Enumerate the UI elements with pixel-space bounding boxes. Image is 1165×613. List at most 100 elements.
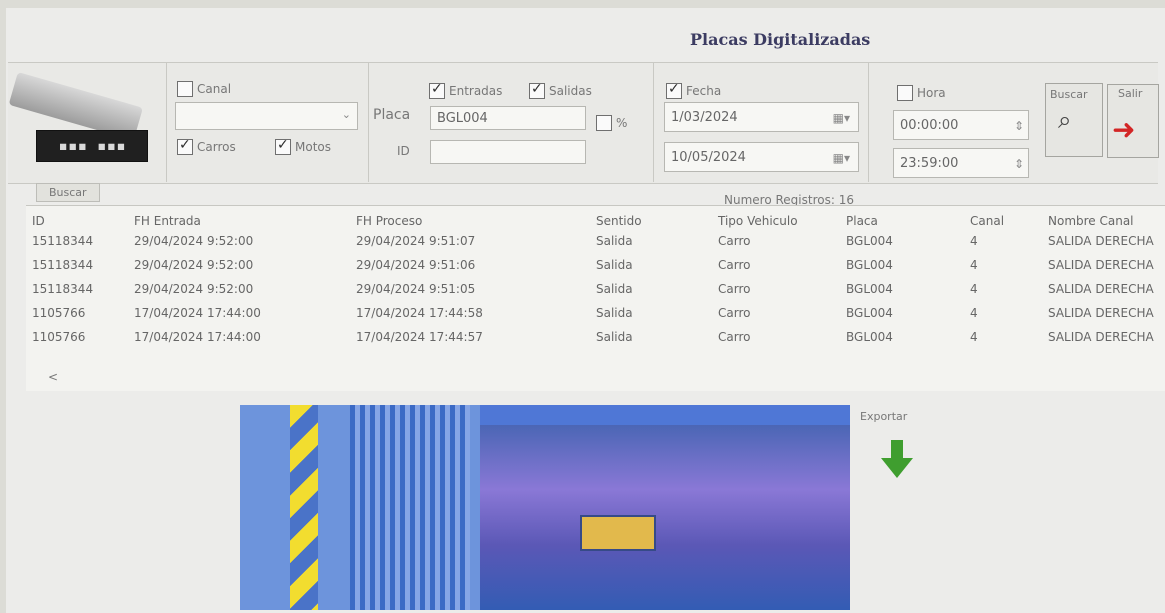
- results-table: ID FH Entrada FH Proceso Sentido Tipo Ve…: [26, 205, 1165, 391]
- cell-placa: BGL004: [846, 282, 893, 296]
- fecha-checkbox[interactable]: [666, 81, 682, 99]
- cell-placa: BGL004: [846, 234, 893, 248]
- fecha-checkbox-row[interactable]: Fecha: [666, 80, 721, 99]
- percent-checkbox-row[interactable]: %: [596, 112, 627, 131]
- cell-sentido: Salida: [596, 234, 633, 248]
- column-header-nombre-canal[interactable]: Nombre Canal: [1048, 214, 1134, 228]
- salidas-checkbox[interactable]: [529, 81, 545, 99]
- table-row[interactable]: 15118344 29/04/2024 9:52:00 29/04/2024 9…: [26, 258, 1165, 282]
- spinner-icon[interactable]: ⇕: [1014, 111, 1024, 141]
- scroll-left-icon[interactable]: <: [48, 370, 58, 384]
- salidas-checkbox-row[interactable]: Salidas: [529, 80, 592, 99]
- down-arrow-svg: [881, 440, 913, 478]
- cell-placa: BGL004: [846, 330, 893, 344]
- hora-desde-value: 00:00:00: [900, 118, 959, 133]
- column-header-canal[interactable]: Canal: [970, 214, 1004, 228]
- column-header-tipo-vehiculo[interactable]: Tipo Vehiculo: [718, 214, 798, 228]
- percent-checkbox[interactable]: [596, 114, 612, 131]
- table-row[interactable]: 1105766 17/04/2024 17:44:00 17/04/2024 1…: [26, 306, 1165, 330]
- id-label: ID: [397, 144, 410, 158]
- entradas-checkbox-row[interactable]: Entradas: [429, 80, 502, 99]
- cell-canal: 4: [970, 258, 978, 272]
- cell-canal: 4: [970, 330, 978, 344]
- cell-fh-proceso: 17/04/2024 17:44:58: [356, 306, 483, 320]
- calendar-icon[interactable]: ▦▾: [833, 143, 850, 173]
- placa-label: Placa: [373, 107, 411, 123]
- fecha-desde-input[interactable]: 1/03/2024 ▦▾: [664, 102, 859, 132]
- fecha-desde-value: 1/03/2024: [671, 110, 738, 125]
- column-header-placa[interactable]: Placa: [846, 214, 878, 228]
- buscar-button[interactable]: Buscar ⌕: [1045, 83, 1103, 157]
- motos-checkbox[interactable]: [275, 137, 291, 155]
- gate-bars: [350, 405, 470, 610]
- cell-placa: BGL004: [846, 258, 893, 272]
- export-label: Exportar: [860, 410, 908, 423]
- column-header-fh-entrada[interactable]: FH Entrada: [134, 214, 201, 228]
- carros-checkbox[interactable]: [177, 137, 193, 155]
- canal-select[interactable]: ⌄: [175, 102, 358, 130]
- hora-label: Hora: [917, 85, 946, 100]
- hora-checkbox-row[interactable]: Hora: [897, 82, 946, 101]
- cell-placa: BGL004: [846, 306, 893, 320]
- cell-id: 15118344: [32, 234, 94, 248]
- hora-hasta-input[interactable]: 23:59:00 ⇕: [893, 148, 1029, 178]
- placa-input[interactable]: BGL004: [430, 106, 586, 130]
- cell-id: 1105766: [32, 330, 86, 344]
- entradas-checkbox[interactable]: [429, 81, 445, 99]
- cell-canal: 4: [970, 306, 978, 320]
- spinner-icon[interactable]: ⇕: [1014, 149, 1024, 179]
- fecha-hasta-value: 10/05/2024: [671, 150, 746, 165]
- buscar-tab[interactable]: Buscar: [36, 183, 100, 202]
- cell-nombre-canal: SALIDA DERECHA: [1048, 330, 1154, 344]
- down-arrow-icon[interactable]: [880, 440, 914, 480]
- cell-fh-proceso: 29/04/2024 9:51:07: [356, 234, 476, 248]
- canal-label: Canal: [197, 81, 232, 96]
- cell-sentido: Salida: [596, 330, 633, 344]
- cell-fh-proceso: 17/04/2024 17:44:57: [356, 330, 483, 344]
- column-header-id[interactable]: ID: [32, 214, 45, 228]
- canal-checkbox-row[interactable]: Canal: [177, 78, 231, 97]
- carros-checkbox-row[interactable]: Carros: [177, 136, 236, 155]
- cell-id: 15118344: [32, 258, 94, 272]
- cell-id: 1105766: [32, 306, 86, 320]
- table-row[interactable]: 15118344 29/04/2024 9:52:00 29/04/2024 9…: [26, 234, 1165, 258]
- id-input[interactable]: [430, 140, 586, 164]
- cell-fh-entrada: 17/04/2024 17:44:00: [134, 330, 261, 344]
- fecha-hasta-input[interactable]: 10/05/2024 ▦▾: [664, 142, 859, 172]
- hora-hasta-value: 23:59:00: [900, 156, 959, 171]
- cell-tipo-vehiculo: Carro: [718, 306, 751, 320]
- camera-plate: ▪▪▪ ▪▪▪: [36, 130, 148, 162]
- cell-sentido: Salida: [596, 258, 633, 272]
- cell-fh-entrada: 29/04/2024 9:52:00: [134, 258, 254, 272]
- table-row[interactable]: 1105766 17/04/2024 17:44:00 17/04/2024 1…: [26, 330, 1165, 354]
- motos-checkbox-row[interactable]: Motos: [275, 136, 331, 155]
- cell-nombre-canal: SALIDA DERECHA: [1048, 258, 1154, 272]
- carros-label: Carros: [197, 139, 236, 154]
- magnifier-icon: ⌕: [1058, 106, 1072, 134]
- cell-fh-entrada: 29/04/2024 9:52:00: [134, 282, 254, 296]
- canal-checkbox[interactable]: [177, 80, 193, 97]
- cell-nombre-canal: SALIDA DERECHA: [1048, 234, 1154, 248]
- salir-button[interactable]: Salir ➜: [1107, 84, 1159, 158]
- chevron-down-icon: ⌄: [341, 108, 351, 121]
- hora-checkbox[interactable]: [897, 84, 913, 101]
- exit-arrow-icon: ➜: [1112, 113, 1136, 146]
- entradas-label: Entradas: [449, 83, 503, 98]
- calendar-icon[interactable]: ▦▾: [833, 103, 850, 133]
- column-header-sentido[interactable]: Sentido: [596, 214, 642, 228]
- cell-fh-entrada: 17/04/2024 17:44:00: [134, 306, 261, 320]
- cell-sentido: Salida: [596, 282, 633, 296]
- column-header-fh-proceso[interactable]: FH Proceso: [356, 214, 422, 228]
- salir-label: Salir: [1118, 87, 1143, 100]
- cell-tipo-vehiculo: Carro: [718, 258, 751, 272]
- camera-logo: ▪▪▪ ▪▪▪: [8, 72, 166, 167]
- hora-desde-input[interactable]: 00:00:00 ⇕: [893, 110, 1029, 140]
- license-plate-image: [580, 515, 656, 551]
- table-row[interactable]: 15118344 29/04/2024 9:52:00 29/04/2024 9…: [26, 282, 1165, 306]
- cell-fh-proceso: 29/04/2024 9:51:06: [356, 258, 476, 272]
- cell-tipo-vehiculo: Carro: [718, 282, 751, 296]
- window-title: Placas Digitalizadas: [690, 30, 871, 49]
- cell-nombre-canal: SALIDA DERECHA: [1048, 306, 1154, 320]
- cell-nombre-canal: SALIDA DERECHA: [1048, 282, 1154, 296]
- fecha-label: Fecha: [686, 83, 722, 98]
